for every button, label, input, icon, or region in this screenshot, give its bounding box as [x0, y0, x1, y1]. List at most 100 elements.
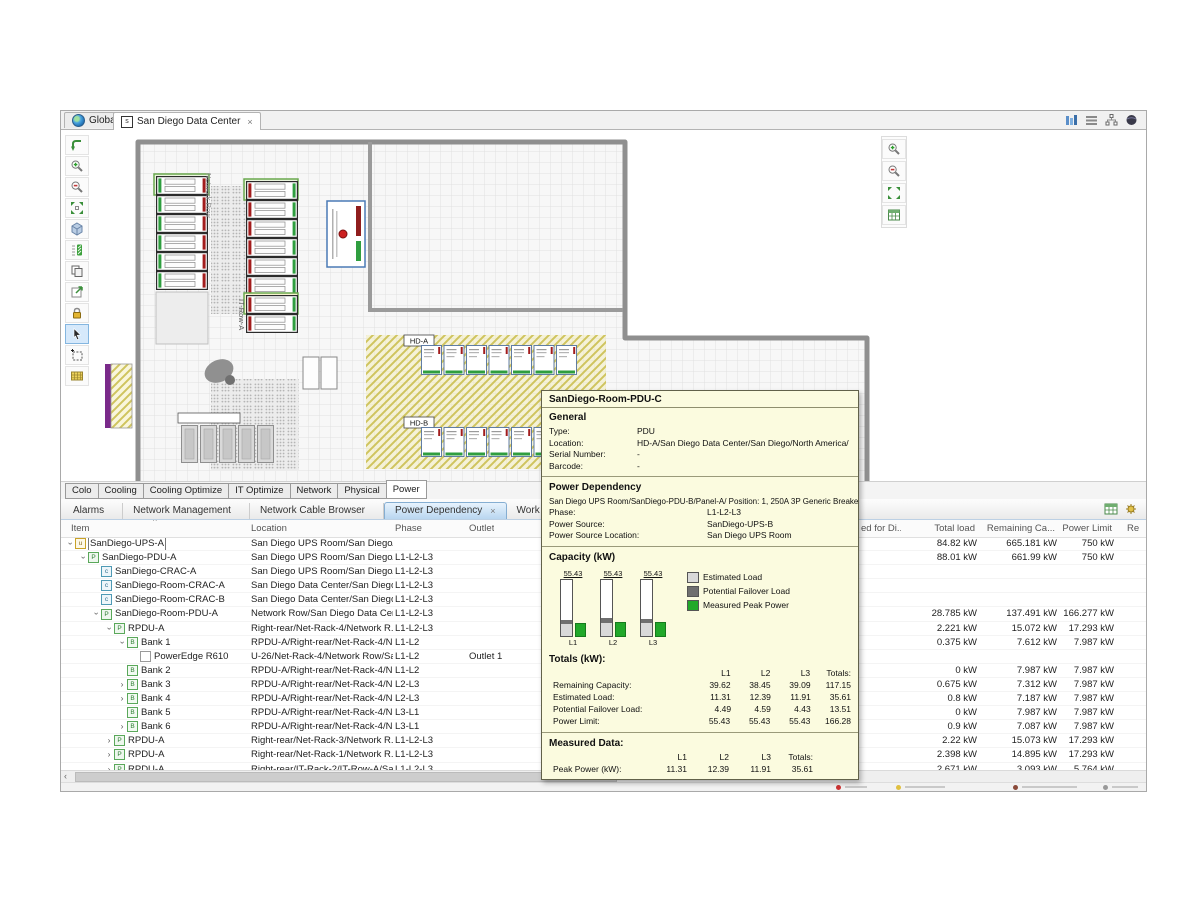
equipment-tooltip: SanDiego-Room-PDU-C General Type:PDU Loc…: [541, 390, 859, 780]
zoom-out-button[interactable]: [65, 177, 89, 197]
measure-grid-button[interactable]: [65, 366, 89, 386]
cell-power-limit: 750 kW: [1059, 537, 1116, 550]
cell-remaining: 14.895 kW: [979, 748, 1059, 761]
cell-remaining: [979, 650, 1059, 663]
capacity-bar-chart: 55.43 L1 55.43 L2 55.43 L3: [549, 566, 677, 647]
copy-layers-icon: [70, 264, 84, 278]
col-total-load[interactable]: Total load: [899, 523, 975, 534]
bar-limit-label: 55.43: [557, 569, 589, 578]
overview-zoom-in-button[interactable]: [882, 139, 906, 159]
col-used[interactable]: ed for Di...: [861, 523, 901, 534]
customize-icon[interactable]: [1124, 503, 1138, 515]
col-location[interactable]: Location: [251, 523, 287, 534]
zoom-in-button[interactable]: [65, 156, 89, 176]
list-icon[interactable]: [1085, 114, 1098, 126]
globe-dark-icon[interactable]: [1125, 114, 1138, 126]
expand-arrow-icon[interactable]: [117, 678, 127, 691]
overview-zoom-fit-button[interactable]: [882, 183, 906, 203]
table-icon[interactable]: [1104, 503, 1118, 515]
item-type-icon: P: [114, 735, 125, 746]
network-row-racks-left[interactable]: [154, 174, 209, 344]
cell-power-limit: 750 kW: [1059, 551, 1116, 564]
field-value: -: [637, 461, 640, 473]
overview-zoom-out-button[interactable]: [882, 161, 906, 181]
zoom-out-icon: [887, 164, 901, 178]
panel-tab[interactable]: Network Cable Browser: [250, 503, 384, 519]
close-icon[interactable]: ×: [490, 503, 495, 519]
close-icon[interactable]: ×: [247, 117, 252, 127]
expand-arrow-icon[interactable]: [65, 537, 75, 550]
cell-total-load: [899, 650, 979, 663]
cell-total-load: 2.22 kW: [899, 734, 979, 747]
zoom-out-icon: [70, 180, 84, 194]
warning-alarm-dot: [896, 785, 901, 790]
select-pointer-button[interactable]: [65, 324, 89, 344]
panel-tab[interactable]: Network Management: [123, 503, 250, 519]
col-power-limit[interactable]: Power Limit: [1059, 523, 1112, 534]
cell-remaining: [979, 579, 1059, 592]
layer-tab[interactable]: IT Optimize: [228, 483, 290, 499]
tab-san-diego-data-center[interactable]: s San Diego Data Center ×: [113, 112, 261, 130]
panel-tab[interactable]: Power Dependency×: [384, 502, 507, 519]
zoom-fit-button[interactable]: [65, 198, 89, 218]
cell-outlet: [469, 579, 541, 592]
item-label: Bank 6: [141, 720, 171, 733]
cell-power-limit: [1059, 565, 1116, 578]
layer-tab[interactable]: Colo: [65, 483, 99, 499]
tooltip-capacity-section: Capacity (kW) 55.43 L1 55.43 L2 55.43 L3: [542, 548, 858, 650]
peak-power-label: Peak Power (kW):: [553, 764, 645, 776]
cell-location: Network Row/San Diego Data Cen...: [251, 607, 393, 620]
item-label: Bank 1: [141, 636, 171, 649]
select-pointer-icon: [70, 327, 84, 341]
col-item[interactable]: Item: [71, 523, 89, 534]
col-re[interactable]: Re: [1127, 523, 1145, 534]
expand-arrow-icon[interactable]: [117, 692, 127, 705]
aisle-view-button[interactable]: [65, 240, 89, 260]
expand-arrow-icon[interactable]: [91, 607, 101, 620]
user-dot: [1013, 785, 1018, 790]
cell-outlet: [469, 636, 541, 649]
hd-b-label: HD-B: [410, 419, 428, 428]
legend-grid-button[interactable]: [882, 205, 906, 225]
expand-arrow-icon[interactable]: [117, 636, 127, 649]
network-row-label: Network Row: [204, 173, 213, 218]
scrollbar-thumb[interactable]: [75, 772, 617, 782]
layer-tab[interactable]: Power: [386, 480, 427, 499]
expand-arrow-icon[interactable]: [104, 734, 114, 747]
it-row-a-label: IT-Row-A: [237, 299, 246, 330]
undo-arrow-button[interactable]: [65, 135, 89, 155]
export-view-button[interactable]: [65, 282, 89, 302]
orthographic-view-button[interactable]: [65, 219, 89, 239]
layer-tab[interactable]: Cooling Optimize: [143, 483, 229, 499]
ups-panel[interactable]: [327, 201, 365, 267]
cell-outlet: [469, 678, 541, 691]
critical-alarm-dot: [836, 785, 841, 790]
layer-tab[interactable]: Physical: [337, 483, 386, 499]
columns-icon[interactable]: [1065, 114, 1078, 126]
lock-button[interactable]: [65, 303, 89, 323]
cell-phase: L1-L2-L3: [395, 607, 467, 620]
copy-layers-button[interactable]: [65, 261, 89, 281]
col-outlet[interactable]: Outlet: [469, 523, 494, 534]
expand-arrow-icon[interactable]: [117, 720, 127, 733]
col-remaining[interactable]: Remaining Ca...: [979, 523, 1055, 534]
panel-tab[interactable]: Alarms: [63, 503, 123, 519]
cell-phase: [395, 537, 467, 550]
expand-arrow-icon[interactable]: [104, 763, 114, 771]
cell-phase: L1-L2-L3: [395, 579, 467, 592]
expand-arrow-icon[interactable]: [104, 748, 114, 761]
expand-arrow-icon[interactable]: [78, 551, 88, 564]
layer-tab[interactable]: Cooling: [98, 483, 144, 499]
layer-tab[interactable]: Network: [290, 483, 339, 499]
hierarchy-icon[interactable]: [1105, 114, 1118, 126]
item-type-icon: B: [127, 665, 138, 676]
col-phase[interactable]: Phase: [395, 523, 422, 534]
item-type-icon: c: [101, 580, 112, 591]
cell-remaining: 7.312 kW: [979, 678, 1059, 691]
network-row-racks-right[interactable]: [244, 179, 298, 332]
cell-total-load: 0 kW: [899, 664, 979, 677]
measured-heading: Measured Data:: [549, 738, 851, 749]
expand-arrow-icon[interactable]: [104, 622, 114, 635]
marquee-select-button[interactable]: [65, 345, 89, 365]
scroll-left-icon[interactable]: ‹: [64, 771, 67, 781]
